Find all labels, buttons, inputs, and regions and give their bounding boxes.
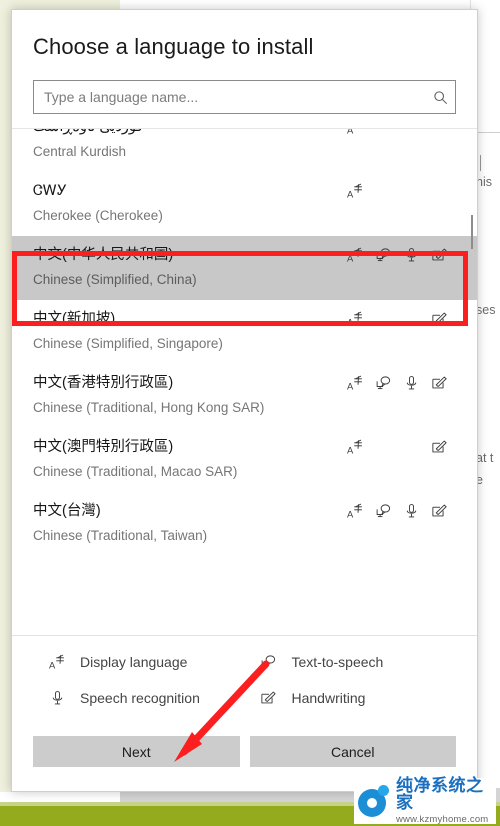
legend-item: Speech recognition [33, 688, 245, 708]
language-feature-icons: A [343, 374, 456, 392]
display-language-icon: A [346, 374, 364, 392]
language-english-name: Chinese (Traditional, Hong Kong SAR) [33, 400, 265, 415]
language-list-item[interactable]: 中文(新加坡) A Chinese (Simplified, Singapore) [12, 300, 477, 364]
legend-item-label: Speech recognition [80, 690, 200, 706]
background-text-caret [480, 155, 481, 171]
language-native-name: 中文(中华人民共和国) [33, 247, 174, 263]
feature-legend: A Display language Text-to-speech Speech re… [12, 635, 477, 718]
next-button[interactable]: Next [33, 736, 240, 767]
text-to-speech-icon [374, 374, 392, 392]
text-to-speech-icon [374, 246, 392, 264]
language-native-name: 中文(台灣) [33, 503, 101, 519]
svg-text:A: A [347, 509, 354, 519]
language-list: کوردیی ناوەڕاست A Central Kurdish ᏣᎳᎩ A Chero… [12, 129, 477, 556]
language-native-name: کوردیی ناوەڕاست [33, 129, 143, 137]
svg-text:A: A [347, 189, 354, 199]
language-list-item[interactable]: 中文(台灣) A Chinese (Traditional, Taiwan) [12, 492, 477, 556]
legend-item-label: Text-to-speech [291, 654, 384, 670]
site-watermark: 纯净系统之家 www.kzmyhome.com [354, 776, 496, 826]
language-native-name: 中文(新加坡) [33, 311, 116, 327]
language-list-item[interactable]: ᏣᎳᎩ A Cherokee (Cherokee) [12, 172, 477, 236]
speech-recognition-icon [402, 246, 420, 264]
legend-item: Handwriting [245, 688, 457, 708]
text-to-speech-icon [374, 502, 392, 520]
display-language-icon: A [346, 246, 364, 264]
handwriting-icon [430, 246, 448, 264]
svg-text:A: A [347, 317, 354, 327]
language-list-item[interactable]: 中文(澳門特別行政區) A Chinese (Traditional, Macao … [12, 428, 477, 492]
language-list-scrollbar[interactable] [468, 129, 476, 635]
display-language-icon: A [47, 652, 67, 672]
handwriting-icon [430, 438, 448, 456]
language-feature-icons: A [343, 438, 456, 456]
handwriting-icon [430, 502, 448, 520]
svg-text:A: A [347, 445, 354, 455]
svg-text:A: A [347, 129, 354, 135]
svg-text:A: A [49, 660, 56, 670]
language-feature-icons: A [343, 310, 456, 328]
svg-text:A: A [347, 253, 354, 263]
legend-item: A Display language [33, 652, 245, 672]
language-english-name: Chinese (Simplified, China) [33, 272, 197, 287]
background-top-rule [476, 132, 500, 133]
speech-recognition-icon [47, 688, 67, 708]
display-language-icon: A [346, 182, 364, 200]
watermark-url: www.kzmyhome.com [396, 814, 489, 826]
dialog-title: Choose a language to install [33, 34, 314, 59]
language-english-name: Chinese (Simplified, Singapore) [33, 336, 223, 351]
language-feature-icons: A [343, 246, 456, 264]
background-text-fragment: at t [476, 451, 494, 465]
scrollbar-thumb[interactable] [471, 215, 473, 249]
background-left-strip [0, 0, 11, 792]
language-list-area: کوردیی ناوەڕاست A Central Kurdish ᏣᎳᎩ A Chero… [12, 128, 477, 635]
search-icon[interactable] [425, 90, 455, 105]
language-native-name: 中文(澳門特別行政區) [33, 439, 174, 455]
language-english-name: Chinese (Traditional, Taiwan) [33, 528, 208, 543]
text-to-speech-icon [259, 652, 279, 672]
language-list-item[interactable]: 中文(中华人民共和国) A Chinese (Simplified, China) [12, 236, 477, 300]
handwriting-icon [430, 374, 448, 392]
speech-recognition-icon [402, 374, 420, 392]
handwriting-icon [259, 688, 279, 708]
legend-grid: A Display language Text-to-speech Speech re… [33, 652, 456, 708]
display-language-icon: A [346, 129, 364, 136]
cancel-button[interactable]: Cancel [249, 736, 456, 767]
language-list-item[interactable]: 中文(香港特別行政區) A Chinese (Traditional, Hong K… [12, 364, 477, 428]
legend-item: Text-to-speech [245, 652, 457, 672]
watermark-logo-icon [358, 785, 390, 817]
language-english-name: Central Kurdish [33, 144, 127, 159]
language-feature-icons: A [343, 502, 456, 520]
language-english-name: Cherokee (Cherokee) [33, 208, 163, 223]
display-language-icon: A [346, 438, 364, 456]
legend-item-label: Handwriting [291, 690, 366, 706]
language-list-item[interactable]: کوردیی ناوەڕاست A Central Kurdish [12, 129, 477, 172]
handwriting-icon [430, 310, 448, 328]
display-language-icon: A [346, 310, 364, 328]
legend-item-label: Display language [80, 654, 188, 670]
language-feature-icons: A [343, 129, 456, 136]
search-input[interactable] [34, 89, 425, 105]
display-language-icon: A [346, 502, 364, 520]
search-box[interactable] [33, 80, 456, 114]
speech-recognition-icon [402, 502, 420, 520]
language-native-name: 中文(香港特別行政區) [33, 375, 174, 391]
watermark-title: 纯净系统之家 [396, 776, 484, 813]
background-text-fragment: ses [476, 303, 496, 317]
language-feature-icons: A [343, 182, 456, 200]
language-list-scroll[interactable]: کوردیی ناوەڕاست A Central Kurdish ᏣᎳᎩ A Chero… [12, 129, 477, 635]
language-english-name: Chinese (Traditional, Macao SAR) [33, 464, 238, 479]
svg-text:A: A [347, 381, 354, 391]
language-native-name: ᏣᎳᎩ [33, 183, 67, 199]
choose-language-dialog: Choose a language to install کوردیی ناوە… [11, 9, 478, 792]
background-text-fragment: his [476, 175, 492, 189]
